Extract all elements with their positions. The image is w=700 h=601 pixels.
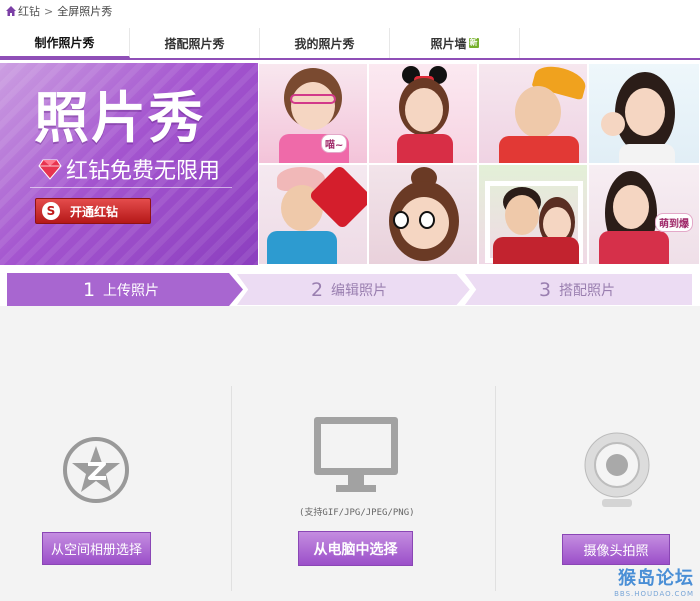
step-number: 2 — [310, 278, 324, 301]
column-divider — [231, 386, 232, 591]
new-badge: 新 — [468, 38, 479, 48]
step-label: 搭配照片 — [559, 282, 616, 299]
page: 红钻 > 全屏照片秀 制作照片秀 搭配照片秀 我的照片秀 照片墙新 照片秀 红钻… — [0, 0, 700, 601]
step-label: 上传照片 — [103, 282, 160, 299]
photo-bubble: 喵~ — [321, 134, 348, 153]
promo-banner: 照片秀 红钻免费无限用 S 开通红钻 喵~ 萌到爆 — [0, 63, 700, 265]
red-diamond-icon — [38, 158, 62, 180]
tab-match-photo-show[interactable]: 搭配照片秀 — [130, 28, 260, 58]
step-upload: 1 上传照片 — [7, 273, 243, 306]
promo-subtitle: 红钻免费无限用 — [38, 153, 220, 185]
open-red-diamond-button[interactable]: S 开通红钻 — [35, 198, 151, 224]
promo-title: 照片秀 — [34, 86, 206, 150]
tab-label: 制作照片秀 — [34, 35, 95, 50]
webcam-icon — [582, 432, 652, 512]
upload-area: 从空间相册选择 (支持GIF/JPG/JPEG/PNG) 从电脑中选择 摄像头拍… — [0, 306, 700, 601]
step-match: 3 搭配照片 — [463, 273, 693, 306]
breadcrumb-current: 全屏照片秀 — [57, 5, 113, 18]
home-icon[interactable] — [4, 4, 18, 18]
step-label: 编辑照片 — [331, 282, 388, 299]
choose-from-computer-button[interactable]: 从电脑中选择 — [298, 531, 413, 566]
column-divider — [495, 386, 496, 591]
breadcrumb: 红钻 > 全屏照片秀 — [0, 0, 700, 22]
watermark-text: 猴岛论坛 — [618, 568, 694, 589]
watermark-url: BBS.HOUDAO.COM — [614, 590, 694, 598]
tab-photo-wall[interactable]: 照片墙新 — [390, 28, 520, 58]
tab-my-photo-show[interactable]: 我的照片秀 — [260, 28, 390, 58]
open-button-label: 开通红钻 — [70, 204, 119, 219]
photo-tile[interactable]: 喵~ — [258, 63, 368, 164]
step-indicator: 1 上传照片 2 编辑照片 3 搭配照片 — [7, 273, 693, 306]
main-tabs: 制作照片秀 搭配照片秀 我的照片秀 照片墙新 — [0, 28, 700, 60]
photo-tile[interactable] — [588, 63, 700, 164]
photo-tile[interactable] — [478, 63, 588, 164]
photo-tile[interactable] — [368, 164, 478, 265]
choose-from-qzone-button[interactable]: 从空间相册选择 — [42, 532, 151, 565]
step-number: 1 — [82, 278, 96, 301]
photo-tile[interactable] — [478, 164, 588, 265]
step-edit: 2 编辑照片 — [235, 273, 471, 306]
tab-label: 我的照片秀 — [294, 36, 355, 51]
photo-tile[interactable] — [258, 164, 368, 265]
monitor-icon — [312, 415, 400, 495]
promo-divider — [30, 187, 232, 188]
tab-label: 搭配照片秀 — [164, 36, 225, 51]
qzone-icon — [62, 436, 130, 504]
file-format-hint: (支持GIF/JPG/JPEG/PNG) — [299, 508, 415, 518]
promo-subtitle-text: 红钻免费无限用 — [66, 159, 221, 184]
red-diamond-logo-icon: S — [42, 202, 60, 220]
webcam-photo-button[interactable]: 摄像头拍照 — [562, 534, 670, 565]
photo-grid: 喵~ 萌到爆 — [258, 63, 700, 265]
photo-tile[interactable] — [368, 63, 478, 164]
tab-make-photo-show[interactable]: 制作照片秀 — [0, 28, 130, 58]
step-number: 3 — [538, 278, 552, 301]
breadcrumb-red-diamond[interactable]: 红钻 — [18, 3, 40, 19]
tab-label: 照片墙 — [430, 36, 467, 51]
photo-tile[interactable]: 萌到爆 — [588, 164, 700, 265]
site-watermark: 猴岛论坛 BBS.HOUDAO.COM — [614, 564, 694, 598]
promo-panel: 照片秀 红钻免费无限用 S 开通红钻 — [0, 63, 258, 265]
photo-bubble: 萌到爆 — [655, 213, 693, 232]
breadcrumb-separator: > — [44, 4, 54, 18]
